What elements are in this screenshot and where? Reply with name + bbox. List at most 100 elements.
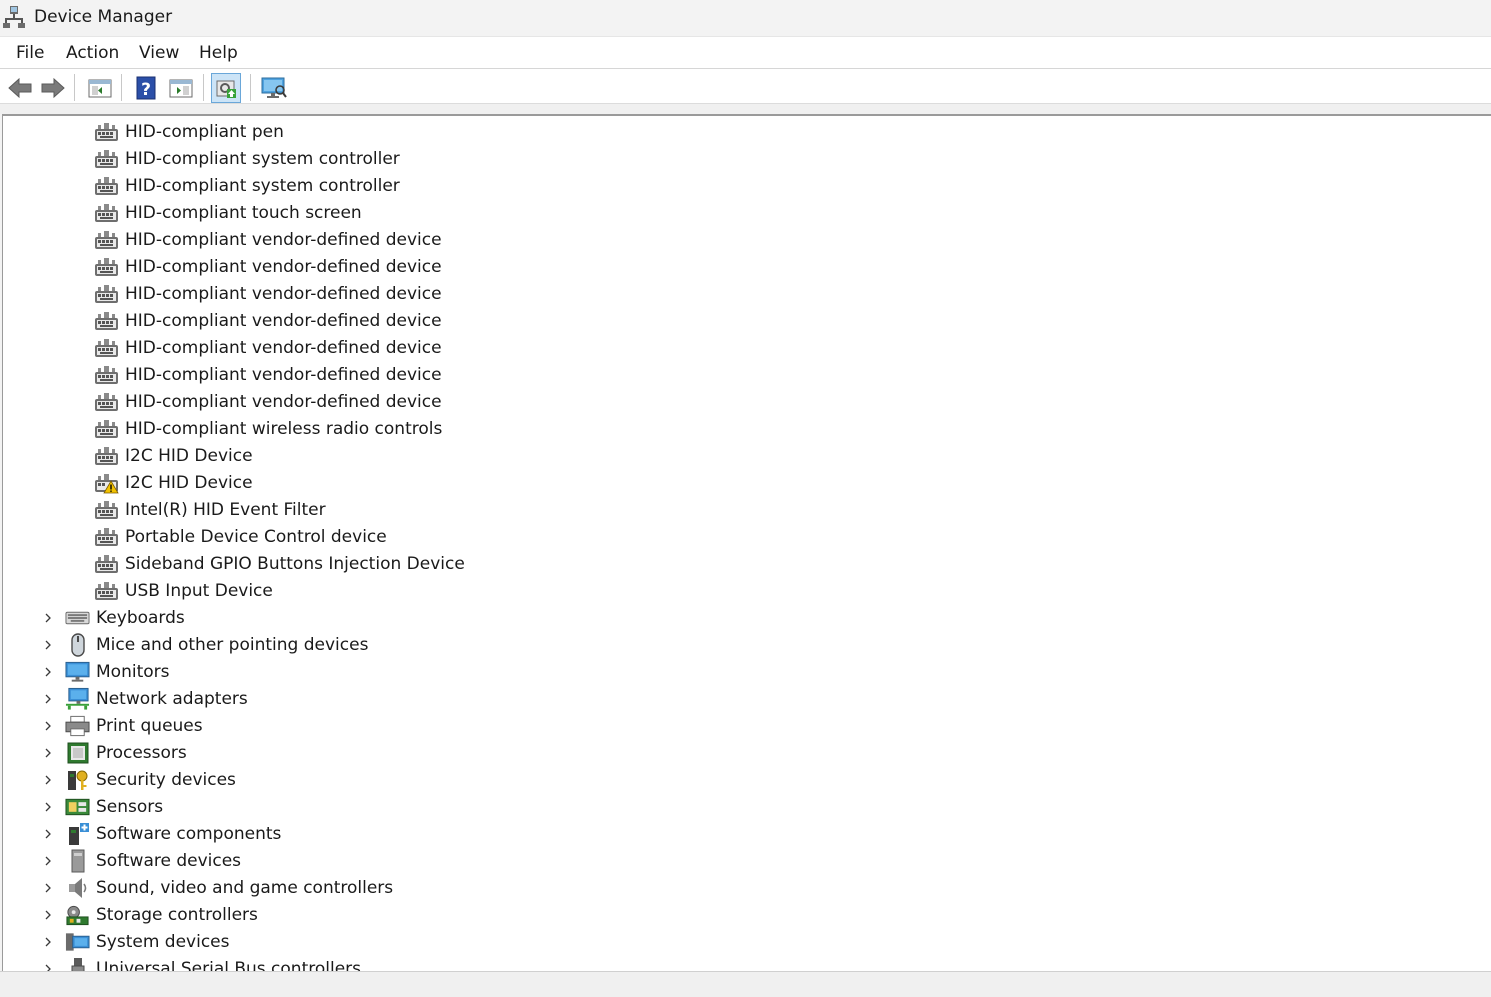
help-button[interactable]: ? [131,73,161,103]
device-item[interactable]: HID-compliant touch screen [94,199,362,226]
category-label: Monitors [96,661,170,682]
menu-bar: File Action View Help [0,36,1491,68]
device-item[interactable]: HID-compliant vendor-defined device [94,280,442,307]
expand-chevron-icon[interactable] [41,745,55,759]
category-item[interactable]: Sound, video and game controllers [45,874,393,901]
device-item[interactable]: HID-compliant vendor-defined device [94,388,442,415]
device-item[interactable]: HID-compliant vendor-defined device [94,307,442,334]
expand-chevron-icon[interactable] [41,637,55,651]
scan-hardware-changes-button[interactable] [259,73,289,103]
expand-chevron-icon[interactable] [41,691,55,705]
device-item[interactable]: HID-compliant vendor-defined device [94,253,442,280]
security-device-icon [65,769,90,791]
device-item[interactable]: HID-compliant vendor-defined device [94,361,442,388]
expand-chevron-icon[interactable] [41,610,55,624]
storage-controller-icon [65,904,90,926]
software-device-icon [65,849,90,872]
expand-chevron-icon[interactable] [41,907,55,921]
category-item[interactable]: Keyboards [45,604,185,631]
category-item[interactable]: System devices [45,928,230,955]
device-manager-icon [3,6,25,28]
hid-device-warning-icon [94,472,119,494]
system-device-icon [65,931,90,953]
hid-device-icon [94,202,119,224]
forward-button[interactable] [38,73,68,103]
category-item[interactable]: Print queues [45,712,203,739]
expand-chevron-icon[interactable] [41,799,55,813]
processor-icon [65,742,90,764]
expand-chevron-icon[interactable] [41,961,55,971]
hid-device-icon [94,418,119,440]
device-item[interactable]: Portable Device Control device [94,523,387,550]
device-label: I2C HID Device [125,445,253,466]
expand-chevron-icon[interactable] [41,718,55,732]
mouse-icon [65,632,90,657]
category-item[interactable]: Security devices [45,766,236,793]
device-label: HID-compliant vendor-defined device [125,337,442,358]
category-label: Network adapters [96,688,248,709]
device-label: HID-compliant vendor-defined device [125,364,442,385]
device-label: USB Input Device [125,580,273,601]
category-item[interactable]: Software components [45,820,282,847]
expand-chevron-icon[interactable] [41,772,55,786]
device-label: Intel(R) HID Event Filter [125,499,326,520]
category-item[interactable]: Software devices [45,847,242,874]
device-item[interactable]: HID-compliant wireless radio controls [94,415,442,442]
expand-chevron-icon[interactable] [41,880,55,894]
show-hide-console-tree-button[interactable] [85,73,115,103]
category-label: Software devices [96,850,242,871]
hid-device-icon [94,445,119,467]
hid-device-icon [94,175,119,197]
menu-view[interactable]: View [137,43,181,63]
menu-file[interactable]: File [14,43,46,63]
device-item[interactable]: HID-compliant system controller [94,145,400,172]
category-label: System devices [96,931,230,952]
category-item[interactable]: Monitors [45,658,170,685]
action-pane-button[interactable] [166,73,196,103]
category-label: Processors [96,742,187,763]
back-arrow-icon [8,77,32,99]
device-item[interactable]: HID-compliant vendor-defined device [94,334,442,361]
category-item[interactable]: Processors [45,739,187,766]
sensor-icon [65,796,90,818]
hid-device-icon [94,121,119,143]
category-label: Software components [96,823,282,844]
window-title: Device Manager [34,7,173,27]
hid-device-icon [94,256,119,278]
title-bar: Device Manager [0,0,1491,36]
hid-device-icon [94,499,119,521]
device-item[interactable]: HID-compliant vendor-defined device [94,226,442,253]
hid-device-icon [94,526,119,548]
hid-device-icon [94,283,119,305]
category-item[interactable]: Sensors [45,793,163,820]
category-item[interactable]: Network adapters [45,685,248,712]
device-item[interactable]: Sideband GPIO Buttons Injection Device [94,550,465,577]
device-label: HID-compliant vendor-defined device [125,256,442,277]
device-item[interactable]: USB Input Device [94,577,273,604]
device-label: HID-compliant pen [125,121,284,142]
category-item[interactable]: Universal Serial Bus controllers [45,955,362,972]
device-item[interactable]: I2C HID Device [94,442,253,469]
category-label: Universal Serial Bus controllers [96,958,362,972]
device-label: HID-compliant vendor-defined device [125,283,442,304]
expand-chevron-icon[interactable] [41,826,55,840]
menu-help[interactable]: Help [197,43,240,63]
back-button[interactable] [5,73,35,103]
device-item[interactable]: HID-compliant system controller [94,172,400,199]
update-driver-button[interactable] [211,73,241,103]
hid-device-icon [94,148,119,170]
category-item[interactable]: Mice and other pointing devices [45,631,368,658]
device-tree[interactable]: HID-compliant pen HID-compliant system c… [2,114,1491,971]
menu-action[interactable]: Action [64,43,121,63]
device-item[interactable]: HID-compliant pen [94,118,284,145]
hid-device-icon [94,310,119,332]
category-item[interactable]: Storage controllers [45,901,258,928]
toolbar-separator [121,74,122,101]
device-item[interactable]: I2C HID Device [94,469,253,496]
category-label: Keyboards [96,607,185,628]
expand-chevron-icon[interactable] [41,664,55,678]
expand-chevron-icon[interactable] [41,853,55,867]
expand-chevron-icon[interactable] [41,934,55,948]
device-item[interactable]: Intel(R) HID Event Filter [94,496,326,523]
toolbar-separator [74,74,75,101]
